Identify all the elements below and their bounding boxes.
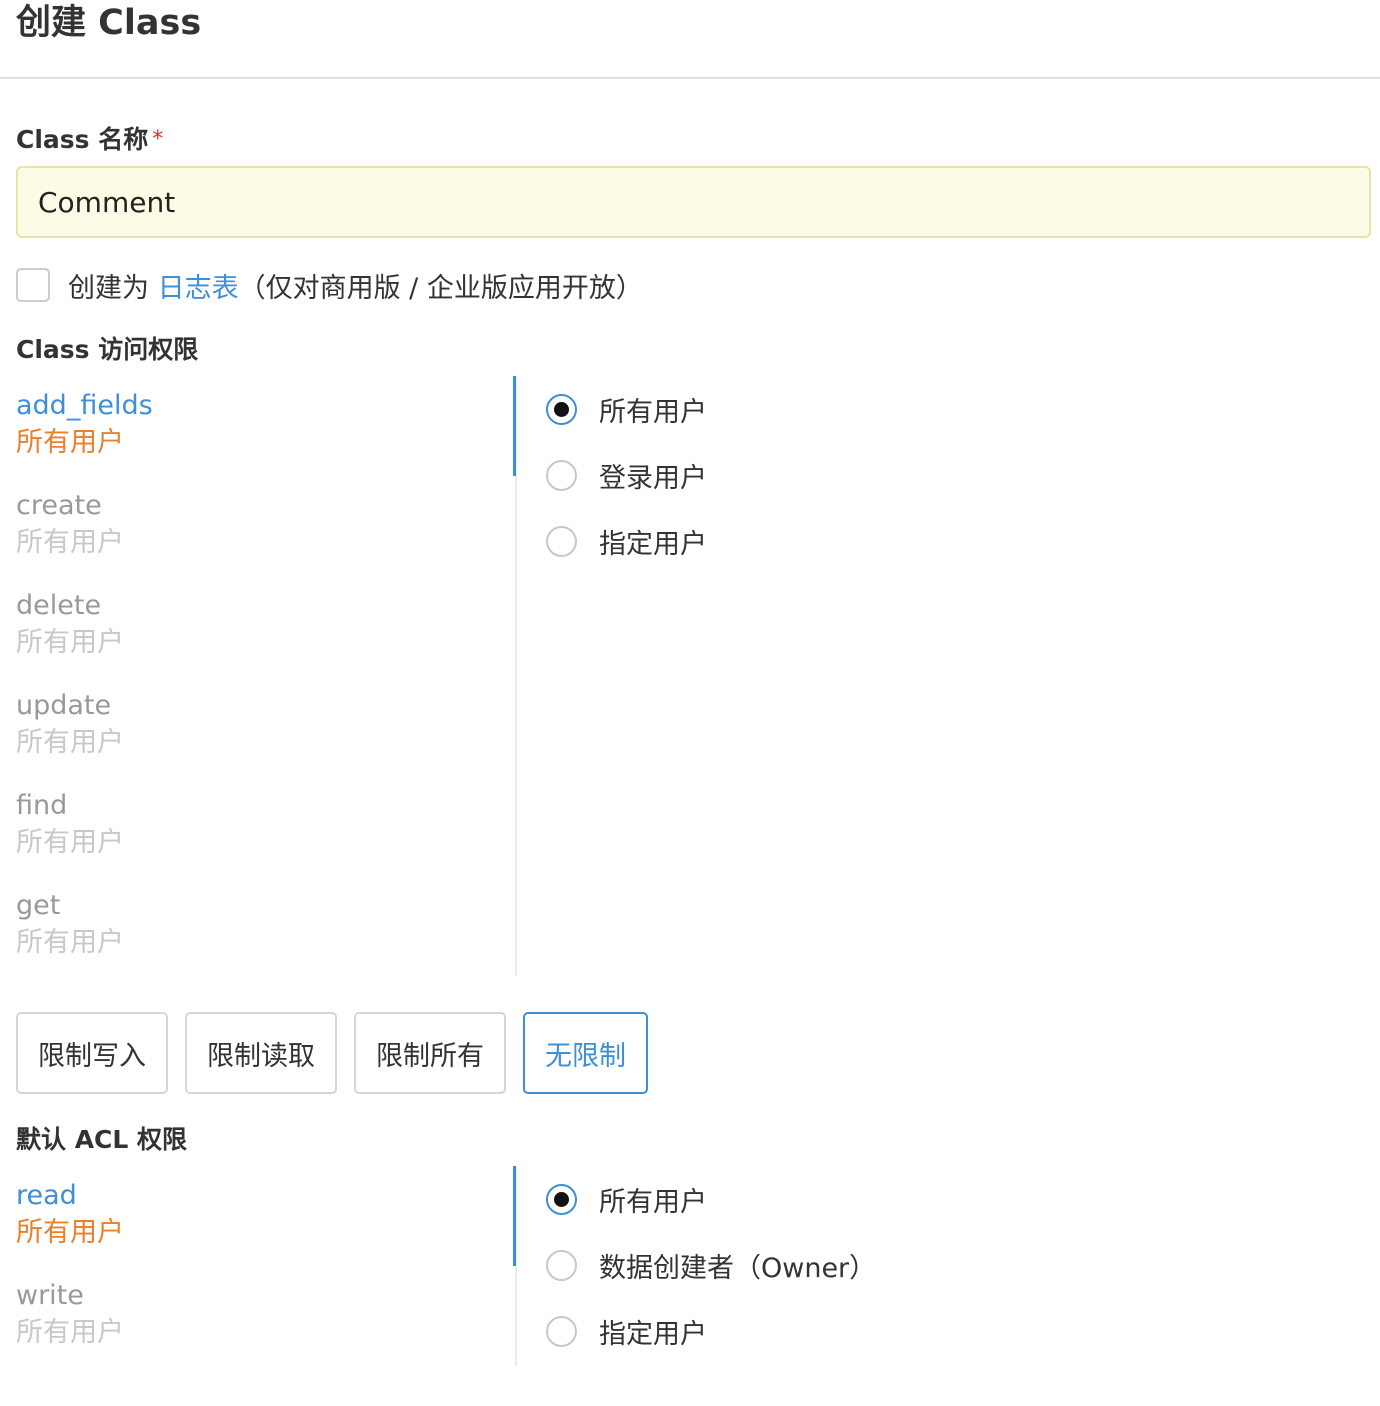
class-name-label: Class 名称 * [16,124,163,156]
permission-name: get [16,890,61,921]
log-table-link[interactable]: 日志表 [158,273,239,304]
permission-name: read [16,1180,77,1211]
radio-label: 指定用户 [599,1318,707,1350]
permission-value: 所有用户 [16,1217,124,1248]
radio-option[interactable]: 数据创建者（Owner） [546,1232,876,1298]
permission-value: 所有用户 [16,527,124,558]
class-permission-list: add_fields 所有用户 create 所有用户 delete 所有用户 update… [16,376,506,976]
preset-button-group: 限制写入 限制读取 限制所有 无限制 [16,1012,648,1094]
radio-label: 所有用户 [599,1186,707,1218]
radio-label: 数据创建者（Owner） [599,1252,877,1284]
create-class-page: 创建 Class Class 名称* 创建为 日志表（仅对商用版 / 企业版应用… [0,0,1380,1406]
radio-label: 所有用户 [599,396,707,428]
radio-button[interactable] [546,1315,577,1347]
permission-item-find[interactable]: find 所有用户 [16,776,506,876]
radio-button[interactable] [546,1249,577,1281]
permission-name: create [16,490,102,521]
permission-item-get[interactable]: get 所有用户 [16,876,506,976]
permission-name: delete [16,590,102,621]
permission-value: 所有用户 [16,1317,124,1348]
acl-permissions-active-indicator [513,1166,516,1266]
log-table-prefix: 创建为 [68,272,149,304]
permission-name: add_fields [16,390,153,421]
class-permissions-active-indicator [513,376,516,476]
permission-value: 所有用户 [16,827,124,858]
radio-label: 登录用户 [599,462,707,494]
permission-item-write[interactable]: write 所有用户 [16,1266,506,1366]
acl-permissions-panel: read 所有用户 write 所有用户 所有用户 数据创建者（Owner） 指定用户 [0,1166,1380,1366]
permission-name: write [16,1280,84,1311]
log-table-suffix: （仅对商用版 / 企业版应用开放） [238,272,643,304]
permission-value: 所有用户 [16,427,124,458]
permission-item-update[interactable]: update 所有用户 [16,676,506,776]
acl-permission-options: 所有用户数据创建者（Owner） 指定用户 [546,1166,876,1364]
radio-option[interactable]: 指定用户 [546,508,707,574]
acl-permission-list: read 所有用户 write 所有用户 [16,1166,506,1366]
permission-name: update [16,690,112,721]
radio-option[interactable]: 所有用户 [546,1166,876,1232]
class-permissions-label: Class 访问权限 [16,335,199,364]
acl-permissions-label: 默认 ACL 权限 [16,1125,188,1154]
preset-button[interactable]: 限制写入 [16,1012,168,1094]
preset-button[interactable]: 无限制 [523,1012,648,1094]
radio-button[interactable] [546,1183,577,1215]
class-name-input[interactable] [16,166,1371,238]
radio-option[interactable]: 所有用户 [546,376,707,442]
radio-button[interactable] [546,525,577,557]
permission-name: find [16,790,68,821]
radio-label: 指定用户 [599,528,707,560]
permission-item-create[interactable]: create 所有用户 [16,476,506,576]
log-table-option: 创建为 日志表（仅对商用版 / 企业版应用开放） [16,266,643,304]
log-table-text: 创建为 日志表（仅对商用版 / 企业版应用开放） [68,266,643,305]
permission-item-delete[interactable]: delete 所有用户 [16,576,506,676]
log-table-checkbox[interactable] [16,268,50,302]
radio-button[interactable] [546,393,577,425]
class-permissions-panel: add_fields 所有用户 create 所有用户 delete 所有用户 update… [0,376,1380,976]
radio-button[interactable] [546,459,577,491]
permission-item-read[interactable]: read 所有用户 [16,1166,506,1266]
preset-button[interactable]: 限制读取 [185,1012,337,1094]
preset-button[interactable]: 限制所有 [354,1012,506,1094]
class-permission-options: 所有用户登录用户指定用户 [546,376,707,574]
page-title: 创建 Class [16,3,202,43]
title-divider [0,77,1380,79]
permission-item-add_fields[interactable]: add_fields 所有用户 [16,376,506,476]
radio-option[interactable]: 指定用户 [546,1298,876,1364]
radio-option[interactable]: 登录用户 [546,442,707,508]
required-mark: * [152,127,164,152]
permission-value: 所有用户 [16,627,124,658]
permission-value: 所有用户 [16,927,124,958]
class-name-label-text: Class 名称 [16,125,149,154]
permission-value: 所有用户 [16,727,124,758]
